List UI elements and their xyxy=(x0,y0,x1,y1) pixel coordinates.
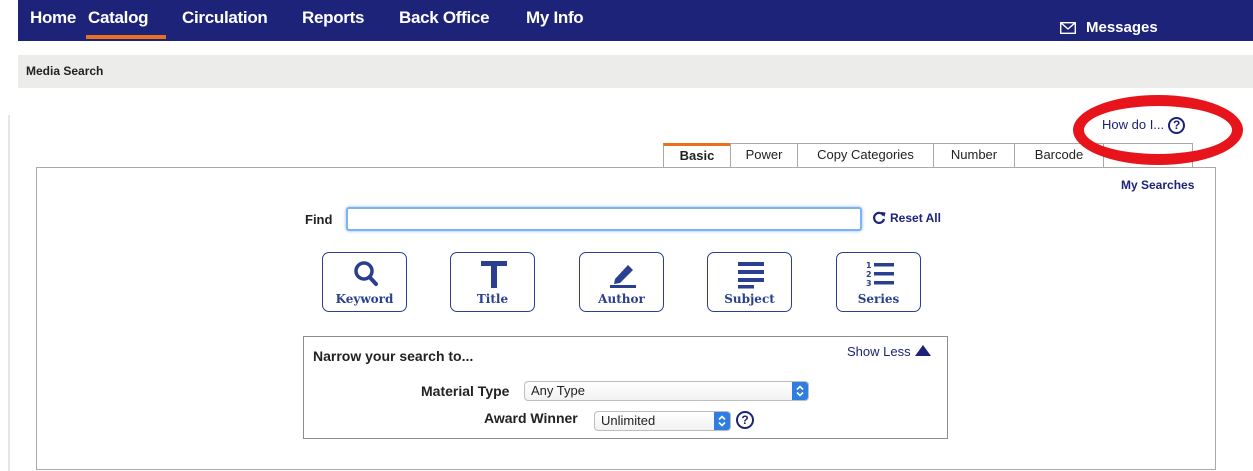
subject-label: Subject xyxy=(724,292,775,306)
messages-link[interactable]: Messages xyxy=(1059,19,1158,36)
refresh-icon xyxy=(873,211,886,224)
subject-search-button[interactable]: Subject xyxy=(707,252,792,312)
title-icon xyxy=(481,261,507,288)
nav-active-indicator xyxy=(86,35,166,39)
svg-text:1: 1 xyxy=(866,261,872,270)
award-winner-select[interactable]: Unlimited xyxy=(594,411,731,431)
page-title: Media Search xyxy=(26,64,104,78)
material-type-value: Any Type xyxy=(531,383,585,398)
how-do-i-label: How do I... xyxy=(1102,117,1165,132)
material-type-label: Material Type xyxy=(421,383,510,399)
keyword-search-button[interactable]: Keyword xyxy=(322,252,407,312)
nav-my-info[interactable]: My Info xyxy=(526,8,584,28)
select-arrows-icon xyxy=(792,382,808,400)
svg-text:3: 3 xyxy=(866,279,872,288)
breadcrumb: Media Search xyxy=(18,55,1253,88)
how-do-i-link[interactable]: How do I...? xyxy=(1102,117,1186,135)
reset-all-button[interactable]: Reset All xyxy=(872,211,941,225)
author-search-button[interactable]: Author xyxy=(579,252,664,312)
triangle-up-icon xyxy=(914,345,931,356)
tab-hidden[interactable] xyxy=(1103,143,1193,168)
series-search-button[interactable]: 1 2 3 Series xyxy=(836,252,921,312)
pencil-icon xyxy=(610,265,636,288)
numbered-list-icon: 1 2 3 xyxy=(866,261,894,288)
tab-copy-categories[interactable]: Copy Categories xyxy=(797,143,934,168)
find-input[interactable] xyxy=(346,207,862,231)
top-nav-bar: Home Catalog Circulation Reports Back Of… xyxy=(18,0,1253,41)
select-arrows-icon xyxy=(714,412,730,430)
title-search-button[interactable]: Title xyxy=(450,252,535,312)
tab-basic[interactable]: Basic xyxy=(663,143,731,168)
messages-label: Messages xyxy=(1086,19,1158,36)
nav-home[interactable]: Home xyxy=(30,8,76,28)
show-less-label: Show Less xyxy=(847,344,911,359)
award-help-icon[interactable]: ? xyxy=(736,411,754,429)
my-searches-link[interactable]: My Searches xyxy=(1121,178,1194,192)
text-lines-icon xyxy=(738,262,764,289)
reset-all-label: Reset All xyxy=(890,211,941,225)
nav-catalog[interactable]: Catalog xyxy=(88,8,149,28)
tab-number[interactable]: Number xyxy=(933,143,1015,168)
search-icon xyxy=(354,261,378,286)
title-label: Title xyxy=(476,292,509,306)
nav-back-office[interactable]: Back Office xyxy=(399,8,490,28)
keyword-label: Keyword xyxy=(335,292,394,306)
nav-reports[interactable]: Reports xyxy=(302,8,364,28)
award-winner-value: Unlimited xyxy=(601,413,656,428)
left-divider xyxy=(8,115,10,471)
series-label: Series xyxy=(857,292,900,306)
find-label: Find xyxy=(305,212,333,227)
material-type-select[interactable]: Any Type xyxy=(524,381,809,401)
tab-power[interactable]: Power xyxy=(730,143,798,168)
help-icon: ? xyxy=(1168,117,1186,135)
nav-circulation[interactable]: Circulation xyxy=(182,8,268,28)
envelope-icon xyxy=(1059,21,1077,35)
svg-text:2: 2 xyxy=(866,270,872,279)
narrow-search-title: Narrow your search to... xyxy=(313,348,474,364)
award-winner-label: Award Winner xyxy=(484,410,578,426)
tab-barcode[interactable]: Barcode xyxy=(1014,143,1104,168)
author-label: Author xyxy=(598,292,645,306)
show-less-toggle[interactable]: Show Less xyxy=(847,344,931,359)
